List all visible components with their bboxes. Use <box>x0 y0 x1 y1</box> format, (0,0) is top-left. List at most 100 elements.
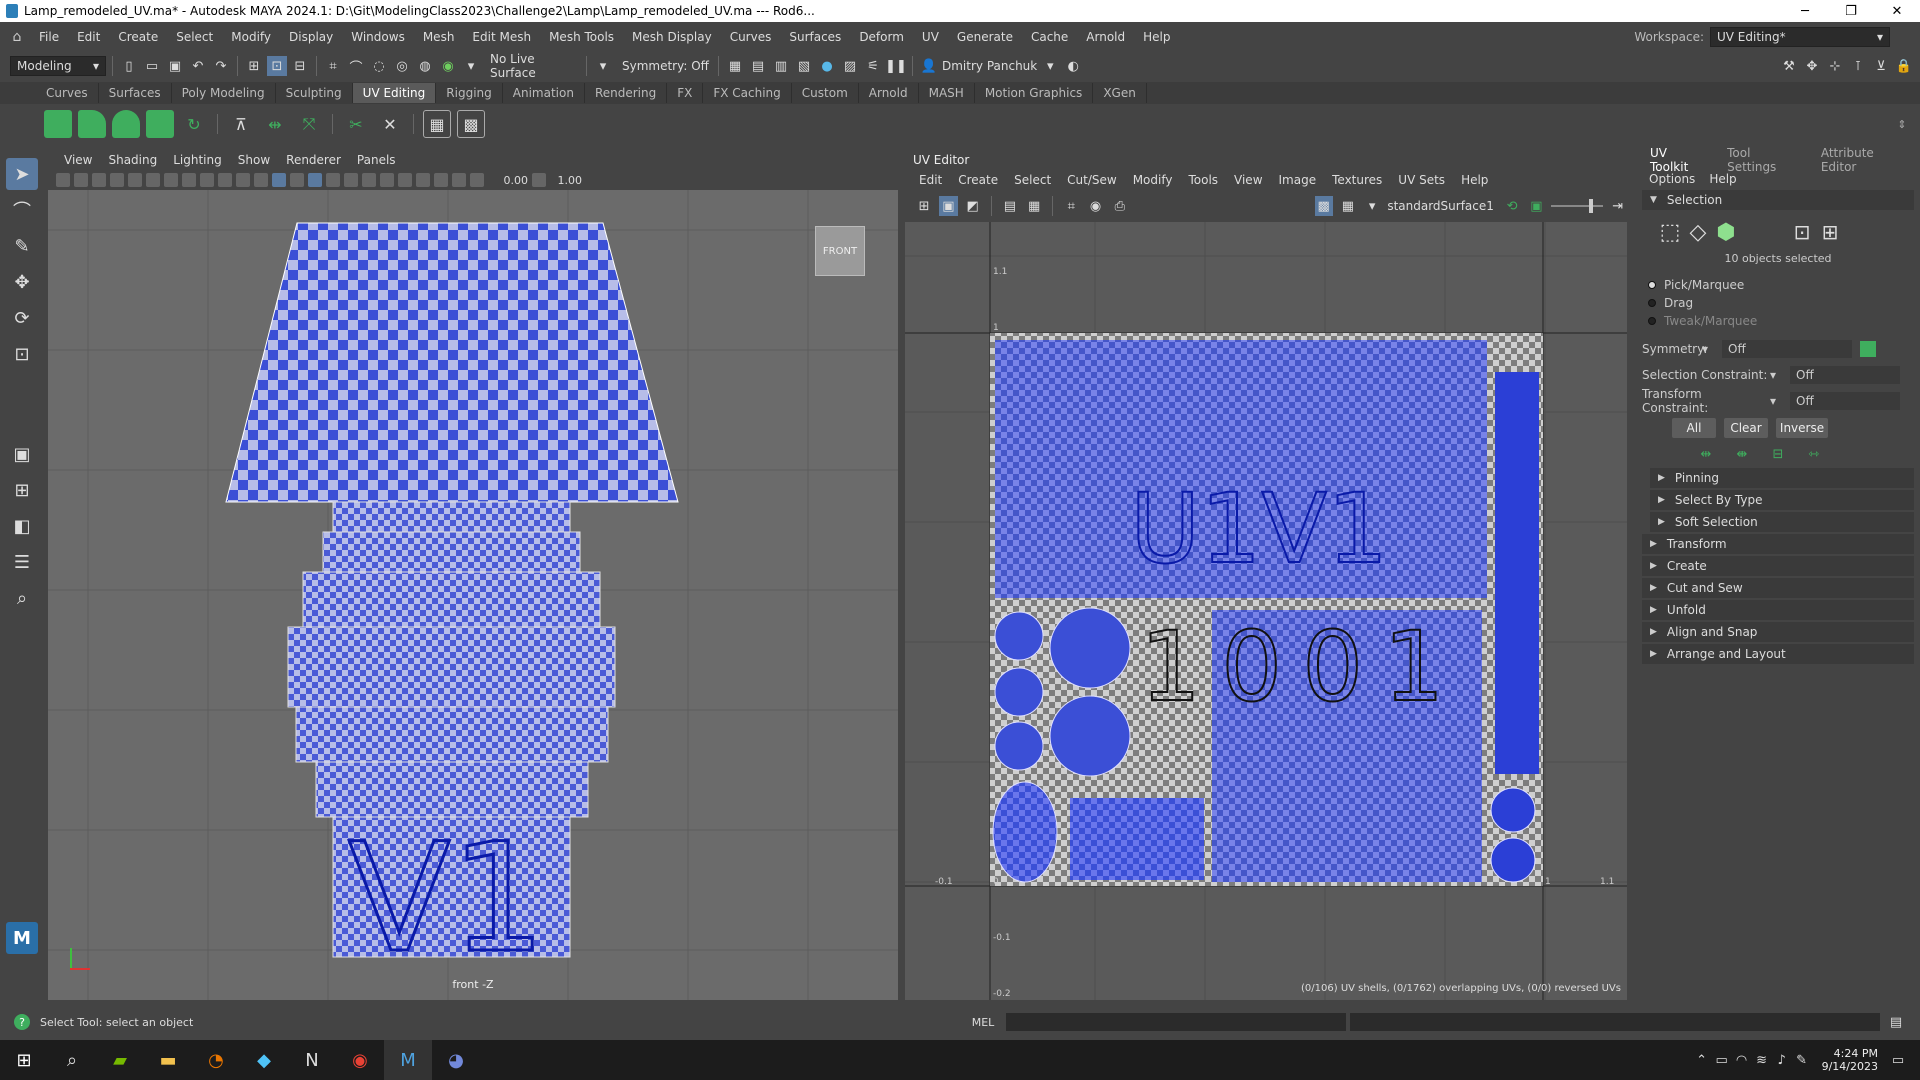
minimize-icon[interactable]: ─ <box>1782 0 1828 22</box>
symmetry-field[interactable]: Symmetry: Off <box>616 59 712 73</box>
shelf-tab-fx-caching[interactable]: FX Caching <box>703 83 792 103</box>
gamma-icon[interactable] <box>532 173 546 187</box>
uv-menu-modify[interactable]: Modify <box>1125 173 1181 187</box>
menu-modify[interactable]: Modify <box>222 30 280 44</box>
cut-icon[interactable]: ✂ <box>342 110 370 138</box>
textured-icon[interactable] <box>308 173 322 187</box>
open-scene-icon[interactable]: ▭ <box>142 56 162 76</box>
antialias-icon[interactable] <box>398 173 412 187</box>
uv-menu-cut-sew[interactable]: Cut/Sew <box>1059 173 1125 187</box>
paint-select-icon[interactable]: ✎ <box>6 230 38 262</box>
uv-menu-image[interactable]: Image <box>1271 173 1325 187</box>
chevron-down-icon[interactable]: ▾ <box>1040 56 1060 76</box>
select-component-icon[interactable]: ⊟ <box>290 56 310 76</box>
xray-joints-icon[interactable] <box>452 173 466 187</box>
app-icon[interactable]: ◆ <box>240 1040 288 1080</box>
file-explorer-icon[interactable]: ▬ <box>144 1040 192 1080</box>
shelf-tab-motion-graphics[interactable]: Motion Graphics <box>975 83 1094 103</box>
material-name[interactable]: standardSurface1 <box>1387 199 1497 213</box>
shelf-tab-fx[interactable]: FX <box>667 83 704 103</box>
cylindrical-map-icon[interactable] <box>78 110 106 138</box>
tab-attribute-editor[interactable]: Attribute Editor <box>1811 144 1920 176</box>
section-cut-and-sew[interactable]: ▶ Cut and Sew <box>1642 578 1914 598</box>
menu-generate[interactable]: Generate <box>948 30 1022 44</box>
ao-icon[interactable] <box>362 173 376 187</box>
shelf-tab-xgen[interactable]: XGen <box>1093 83 1147 103</box>
layout-icon[interactable]: ⇹ <box>261 110 289 138</box>
snap-curve-icon[interactable]: ⌒ <box>346 56 366 76</box>
user-name[interactable]: Dmitry Panchuk <box>942 59 1037 73</box>
ipr-render-icon[interactable]: ▥ <box>771 56 791 76</box>
menu-surfaces[interactable]: Surfaces <box>780 30 850 44</box>
redo-icon[interactable]: ↷ <box>211 56 231 76</box>
section-soft-selection[interactable]: ▶ Soft Selection <box>1650 512 1914 532</box>
section-arrange-and-layout[interactable]: ▶ Arrange and Layout <box>1642 644 1914 664</box>
shelf-tab-animation[interactable]: Animation <box>503 83 585 103</box>
camera-attr-icon[interactable] <box>74 173 88 187</box>
display-image-icon[interactable]: ▩ <box>1314 196 1333 216</box>
chevron-down-icon[interactable]: ▾ <box>1363 196 1381 216</box>
attribute-editor-icon[interactable]: ⊹ <box>1825 56 1845 76</box>
outliner-layout-icon[interactable]: ☰ <box>6 546 38 578</box>
menu-curves[interactable]: Curves <box>721 30 781 44</box>
menu-arnold[interactable]: Arnold <box>1077 30 1134 44</box>
camera-based-map-icon[interactable]: ↻ <box>180 110 208 138</box>
nvidia-icon[interactable]: ▰ <box>96 1040 144 1080</box>
outliner-icon[interactable]: ⊻ <box>1871 56 1891 76</box>
shelf-tab-poly-modeling[interactable]: Poly Modeling <box>172 83 276 103</box>
clear-selection-button[interactable]: Clear <box>1724 418 1768 438</box>
vertex-select-icon[interactable]: ⬚ <box>1660 220 1681 245</box>
texel-density-icon[interactable]: ▩ <box>457 110 485 138</box>
shelf-tab-sculpting[interactable]: Sculpting <box>276 83 353 103</box>
move-tool-icon[interactable]: ✥ <box>6 266 38 298</box>
uv-menu-edit[interactable]: Edit <box>911 173 950 187</box>
resolution-gate-icon[interactable] <box>164 173 178 187</box>
uv-distortion-icon[interactable]: ▣ <box>939 196 958 216</box>
windows-start-icon[interactable]: ⊞ <box>0 1040 48 1080</box>
menu-select[interactable]: Select <box>167 30 222 44</box>
wireframe-icon[interactable] <box>254 173 268 187</box>
select-tool-icon[interactable]: ➤ <box>6 158 38 190</box>
refresh-texture-icon[interactable]: ⟲ <box>1503 196 1521 216</box>
render-view-icon[interactable]: ▦ <box>725 56 745 76</box>
pause-icon[interactable]: ❚❚ <box>885 56 907 76</box>
chevron-down-icon[interactable]: ▾ <box>1770 368 1790 382</box>
vp-menu-lighting[interactable]: Lighting <box>165 153 230 167</box>
menu-display[interactable]: Display <box>280 30 342 44</box>
image-toggle-icon[interactable]: ▦ <box>1025 196 1043 216</box>
exposure-uv-icon[interactable]: ▣ <box>1527 196 1545 216</box>
mode-drag[interactable]: Drag <box>1636 294 1920 312</box>
field-chart-icon[interactable] <box>200 173 214 187</box>
menu-file[interactable]: File <box>30 30 68 44</box>
menu-mesh[interactable]: Mesh <box>414 30 464 44</box>
exposure-field[interactable]: 0.00 <box>488 174 529 187</box>
section-selection[interactable]: ▼ Selection <box>1642 190 1914 210</box>
selection-constraint-dropdown[interactable]: Off <box>1790 366 1900 384</box>
snap-view-icon[interactable]: ◎ <box>392 56 412 76</box>
section-align-and-snap[interactable]: ▶ Align and Snap <box>1642 622 1914 642</box>
shelf-tab-custom[interactable]: Custom <box>792 83 859 103</box>
shelf-tab-rendering[interactable]: Rendering <box>585 83 668 103</box>
close-icon[interactable]: ✕ <box>1874 0 1920 22</box>
menu-windows[interactable]: Windows <box>342 30 414 44</box>
wifi-icon[interactable]: ≋ <box>1752 1050 1772 1070</box>
gate-mask-icon[interactable] <box>182 173 196 187</box>
tray-chevron-up-icon[interactable]: ⌃ <box>1692 1050 1712 1070</box>
menu-edit-mesh[interactable]: Edit Mesh <box>463 30 540 44</box>
mel-input[interactable] <box>1006 1013 1346 1031</box>
section-create[interactable]: ▶ Create <box>1642 556 1914 576</box>
uv-select-icon[interactable]: ⊡ <box>1792 220 1812 244</box>
menu-deform[interactable]: Deform <box>850 30 913 44</box>
checker-display-icon[interactable]: ▦ <box>1339 196 1357 216</box>
shrink-selection-icon[interactable]: ⇼ <box>1732 444 1752 464</box>
shelf-tab-curves[interactable]: Curves <box>36 83 99 103</box>
uv-menu-textures[interactable]: Textures <box>1324 173 1390 187</box>
toggle-shading-icon[interactable]: ⊞ <box>915 196 933 216</box>
select-object-icon[interactable]: ⊡ <box>267 56 287 76</box>
vp-menu-show[interactable]: Show <box>230 153 278 167</box>
shelf-tab-uv-editing[interactable]: UV Editing <box>352 83 437 103</box>
vp-menu-shading[interactable]: Shading <box>100 153 165 167</box>
menu-create[interactable]: Create <box>109 30 167 44</box>
texture-borders-icon[interactable]: ◩ <box>964 196 982 216</box>
display-icon[interactable]: ▭ <box>1712 1050 1732 1070</box>
